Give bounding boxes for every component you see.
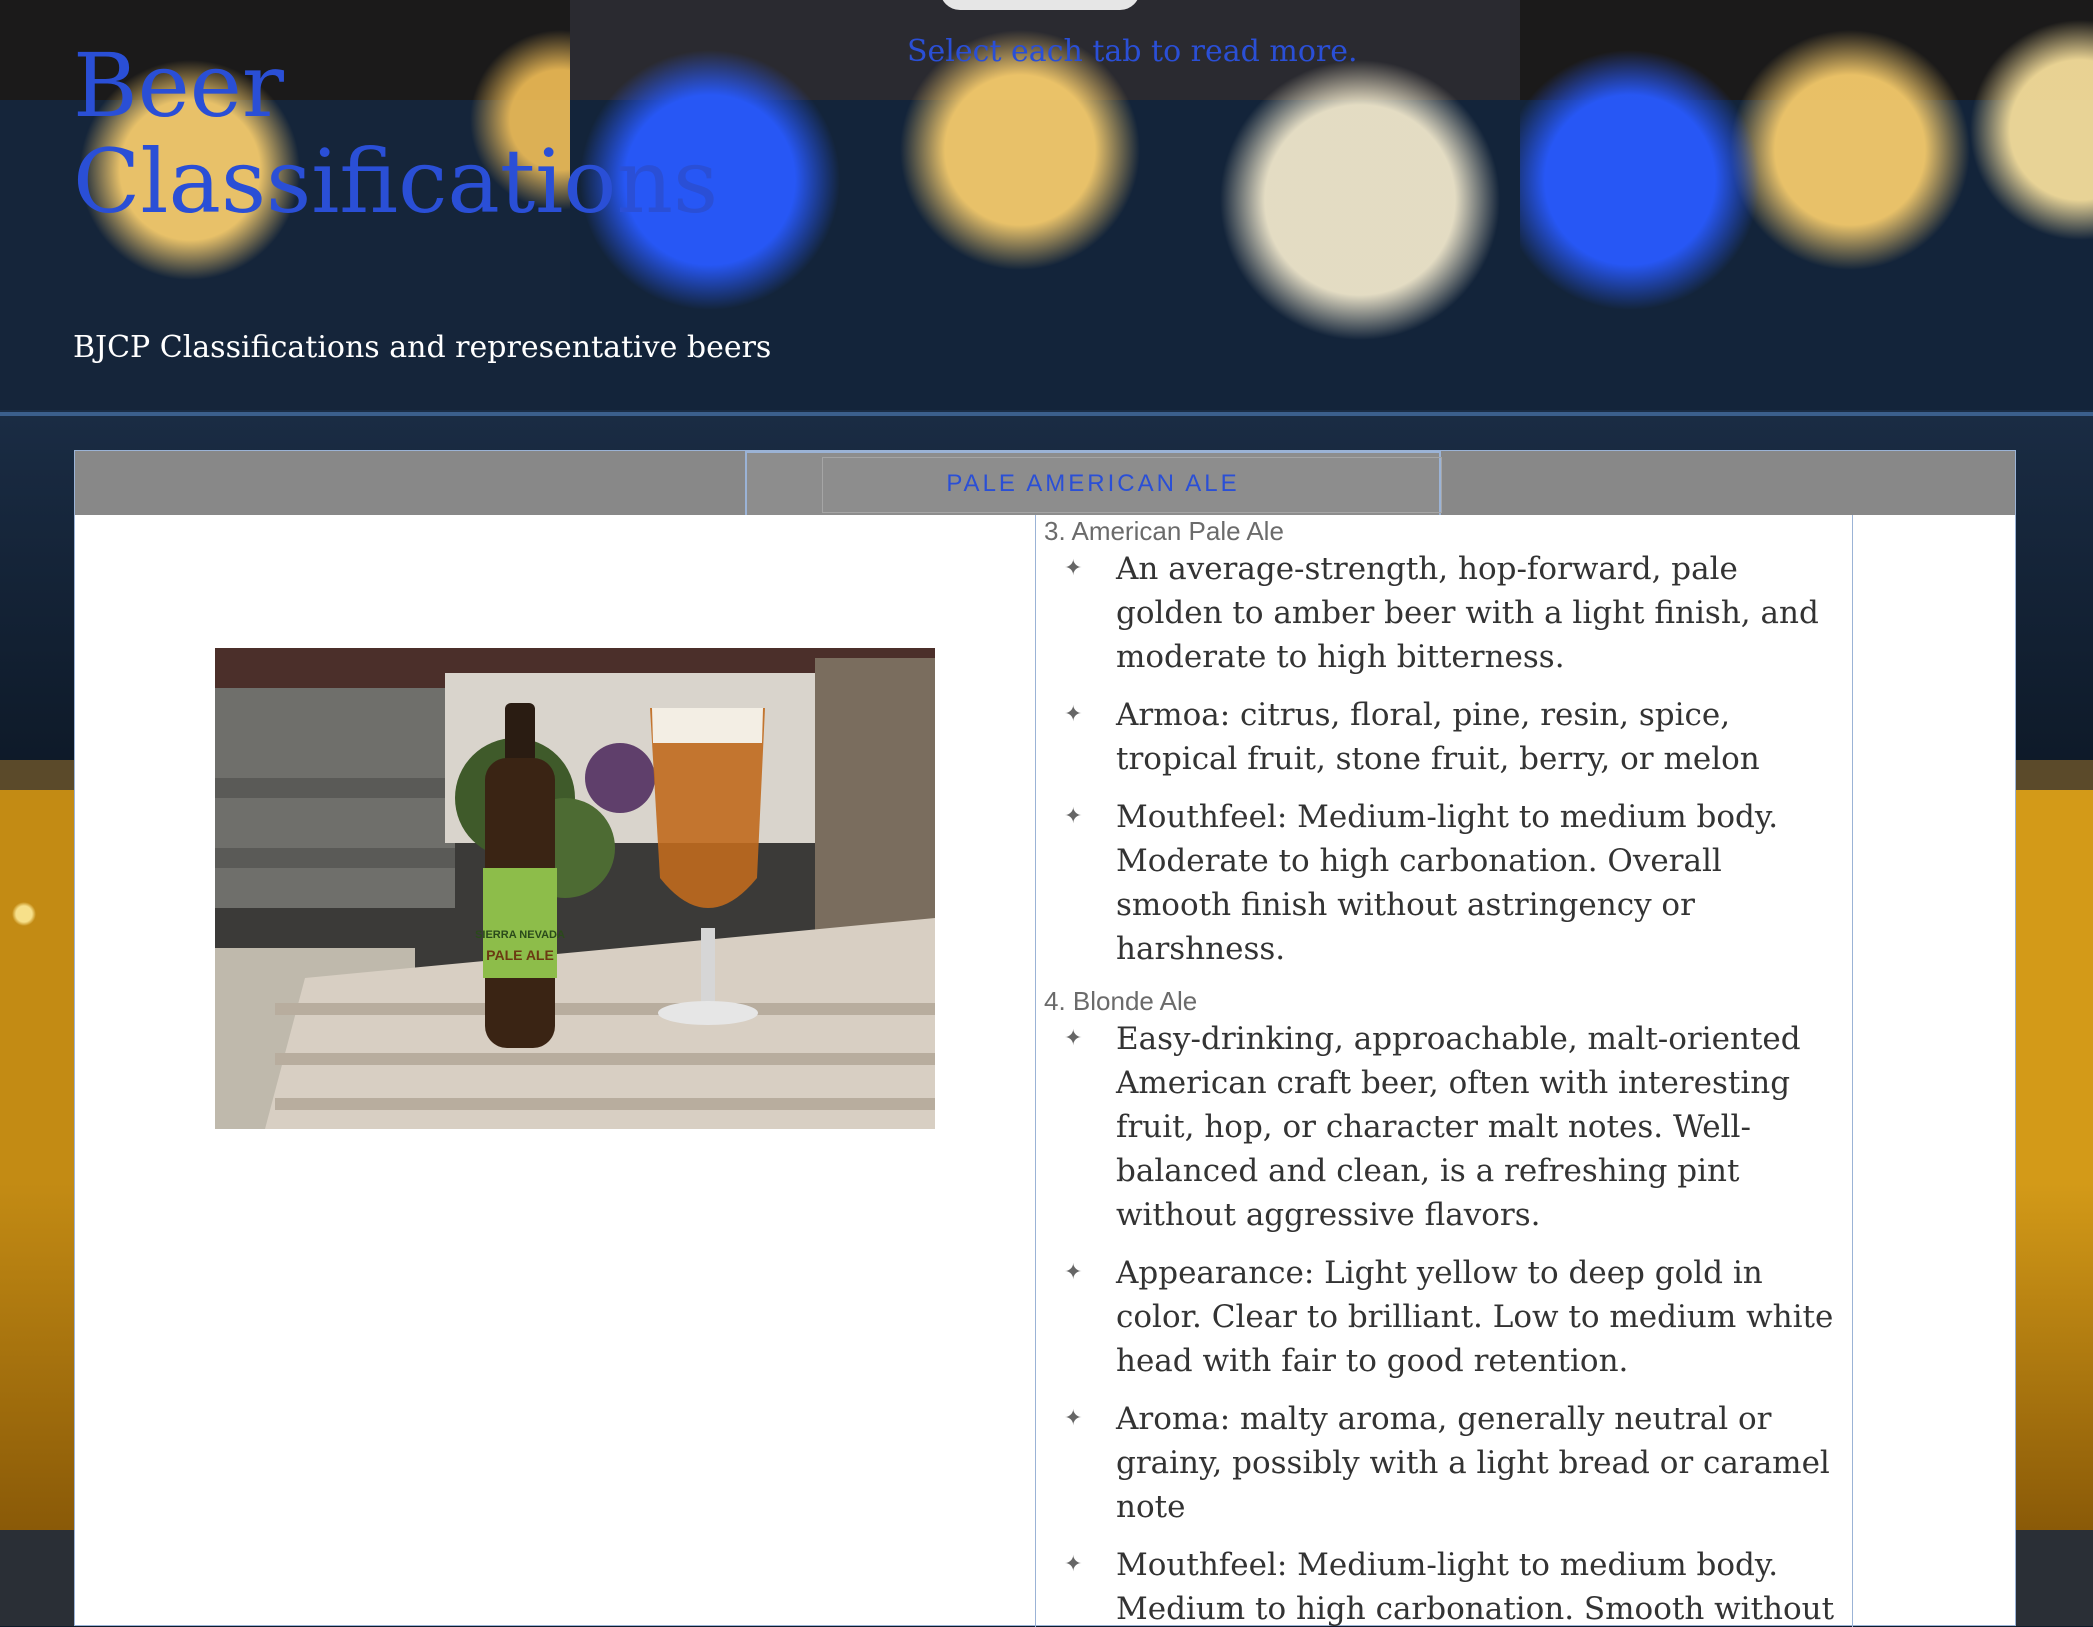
- list-item: ✦ Armoa: citrus, floral, pine, resin, spi…: [1064, 693, 1844, 781]
- background-bottom-left: [0, 1530, 80, 1626]
- tab-instructions: Select each tab to read more.: [907, 34, 1358, 69]
- four-pointed-star-icon: ✦: [1064, 1552, 1083, 1577]
- style-description-column: 3. American Pale Ale ✦ An average-strengt…: [1035, 515, 1853, 1627]
- tab-label: PALE AMERICAN ALE: [946, 470, 1240, 497]
- four-pointed-star-icon: ✦: [1064, 1260, 1083, 1285]
- header-divider: [0, 412, 2093, 416]
- four-pointed-star-icon: ✦: [1064, 1026, 1083, 1051]
- beer-photo: SIERRA NEVADA PALE ALE: [215, 648, 935, 1129]
- bokeh-background-right: [1520, 0, 2093, 410]
- list-item: ✦ Easy-drinking, approachable, malt-orien…: [1064, 1017, 1844, 1237]
- pale-ale-photo: SIERRA NEVADA PALE ALE: [215, 648, 935, 1129]
- beer-glass-background-right: [2013, 760, 2093, 1530]
- four-pointed-star-icon: ✦: [1064, 556, 1083, 581]
- style-heading-blonde-ale: 4. Blonde Ale: [1044, 986, 1198, 1016]
- four-pointed-star-icon: ✦: [1064, 702, 1083, 727]
- tab-panel: PALE AMERICAN ALE SIERRA NEVADA PALE ALE: [74, 450, 2016, 1627]
- tab-pale-american-ale[interactable]: PALE AMERICAN ALE: [745, 451, 1442, 515]
- list-item: ✦ Appearance: Light yellow to deep gold i…: [1064, 1251, 1844, 1383]
- style-heading-american-pale-ale: 3. American Pale Ale: [1044, 516, 1284, 546]
- list-item: ✦ Mouthfeel: Medium-light to medium body.…: [1064, 795, 1844, 971]
- site-subtitle: BJCP Classifications and representative …: [73, 330, 772, 365]
- bottle-style-text: PALE ALE: [486, 947, 554, 963]
- site-title: Beer Classifications: [73, 34, 719, 233]
- list-item: ✦ Mouthfeel: Medium-light to medium body.…: [1064, 1543, 1844, 1627]
- four-pointed-star-icon: ✦: [1064, 1406, 1083, 1431]
- list-item: ✦ An average-strength, hop-forward, pale …: [1064, 547, 1844, 679]
- scroll-handle[interactable]: [940, 0, 1140, 10]
- blonde-ale-list: ✦ Easy-drinking, approachable, malt-orien…: [1044, 1017, 1844, 1627]
- bottle-brand-text: SIERRA NEVADA: [475, 929, 565, 941]
- american-pale-ale-list: ✦ An average-strength, hop-forward, pale …: [1044, 547, 1844, 971]
- background-bottom-right: [2013, 1530, 2093, 1626]
- list-item: ✦ Aroma: malty aroma, generally neutral o…: [1064, 1397, 1844, 1529]
- beer-glass-background-left: [0, 760, 80, 1530]
- four-pointed-star-icon: ✦: [1064, 804, 1083, 829]
